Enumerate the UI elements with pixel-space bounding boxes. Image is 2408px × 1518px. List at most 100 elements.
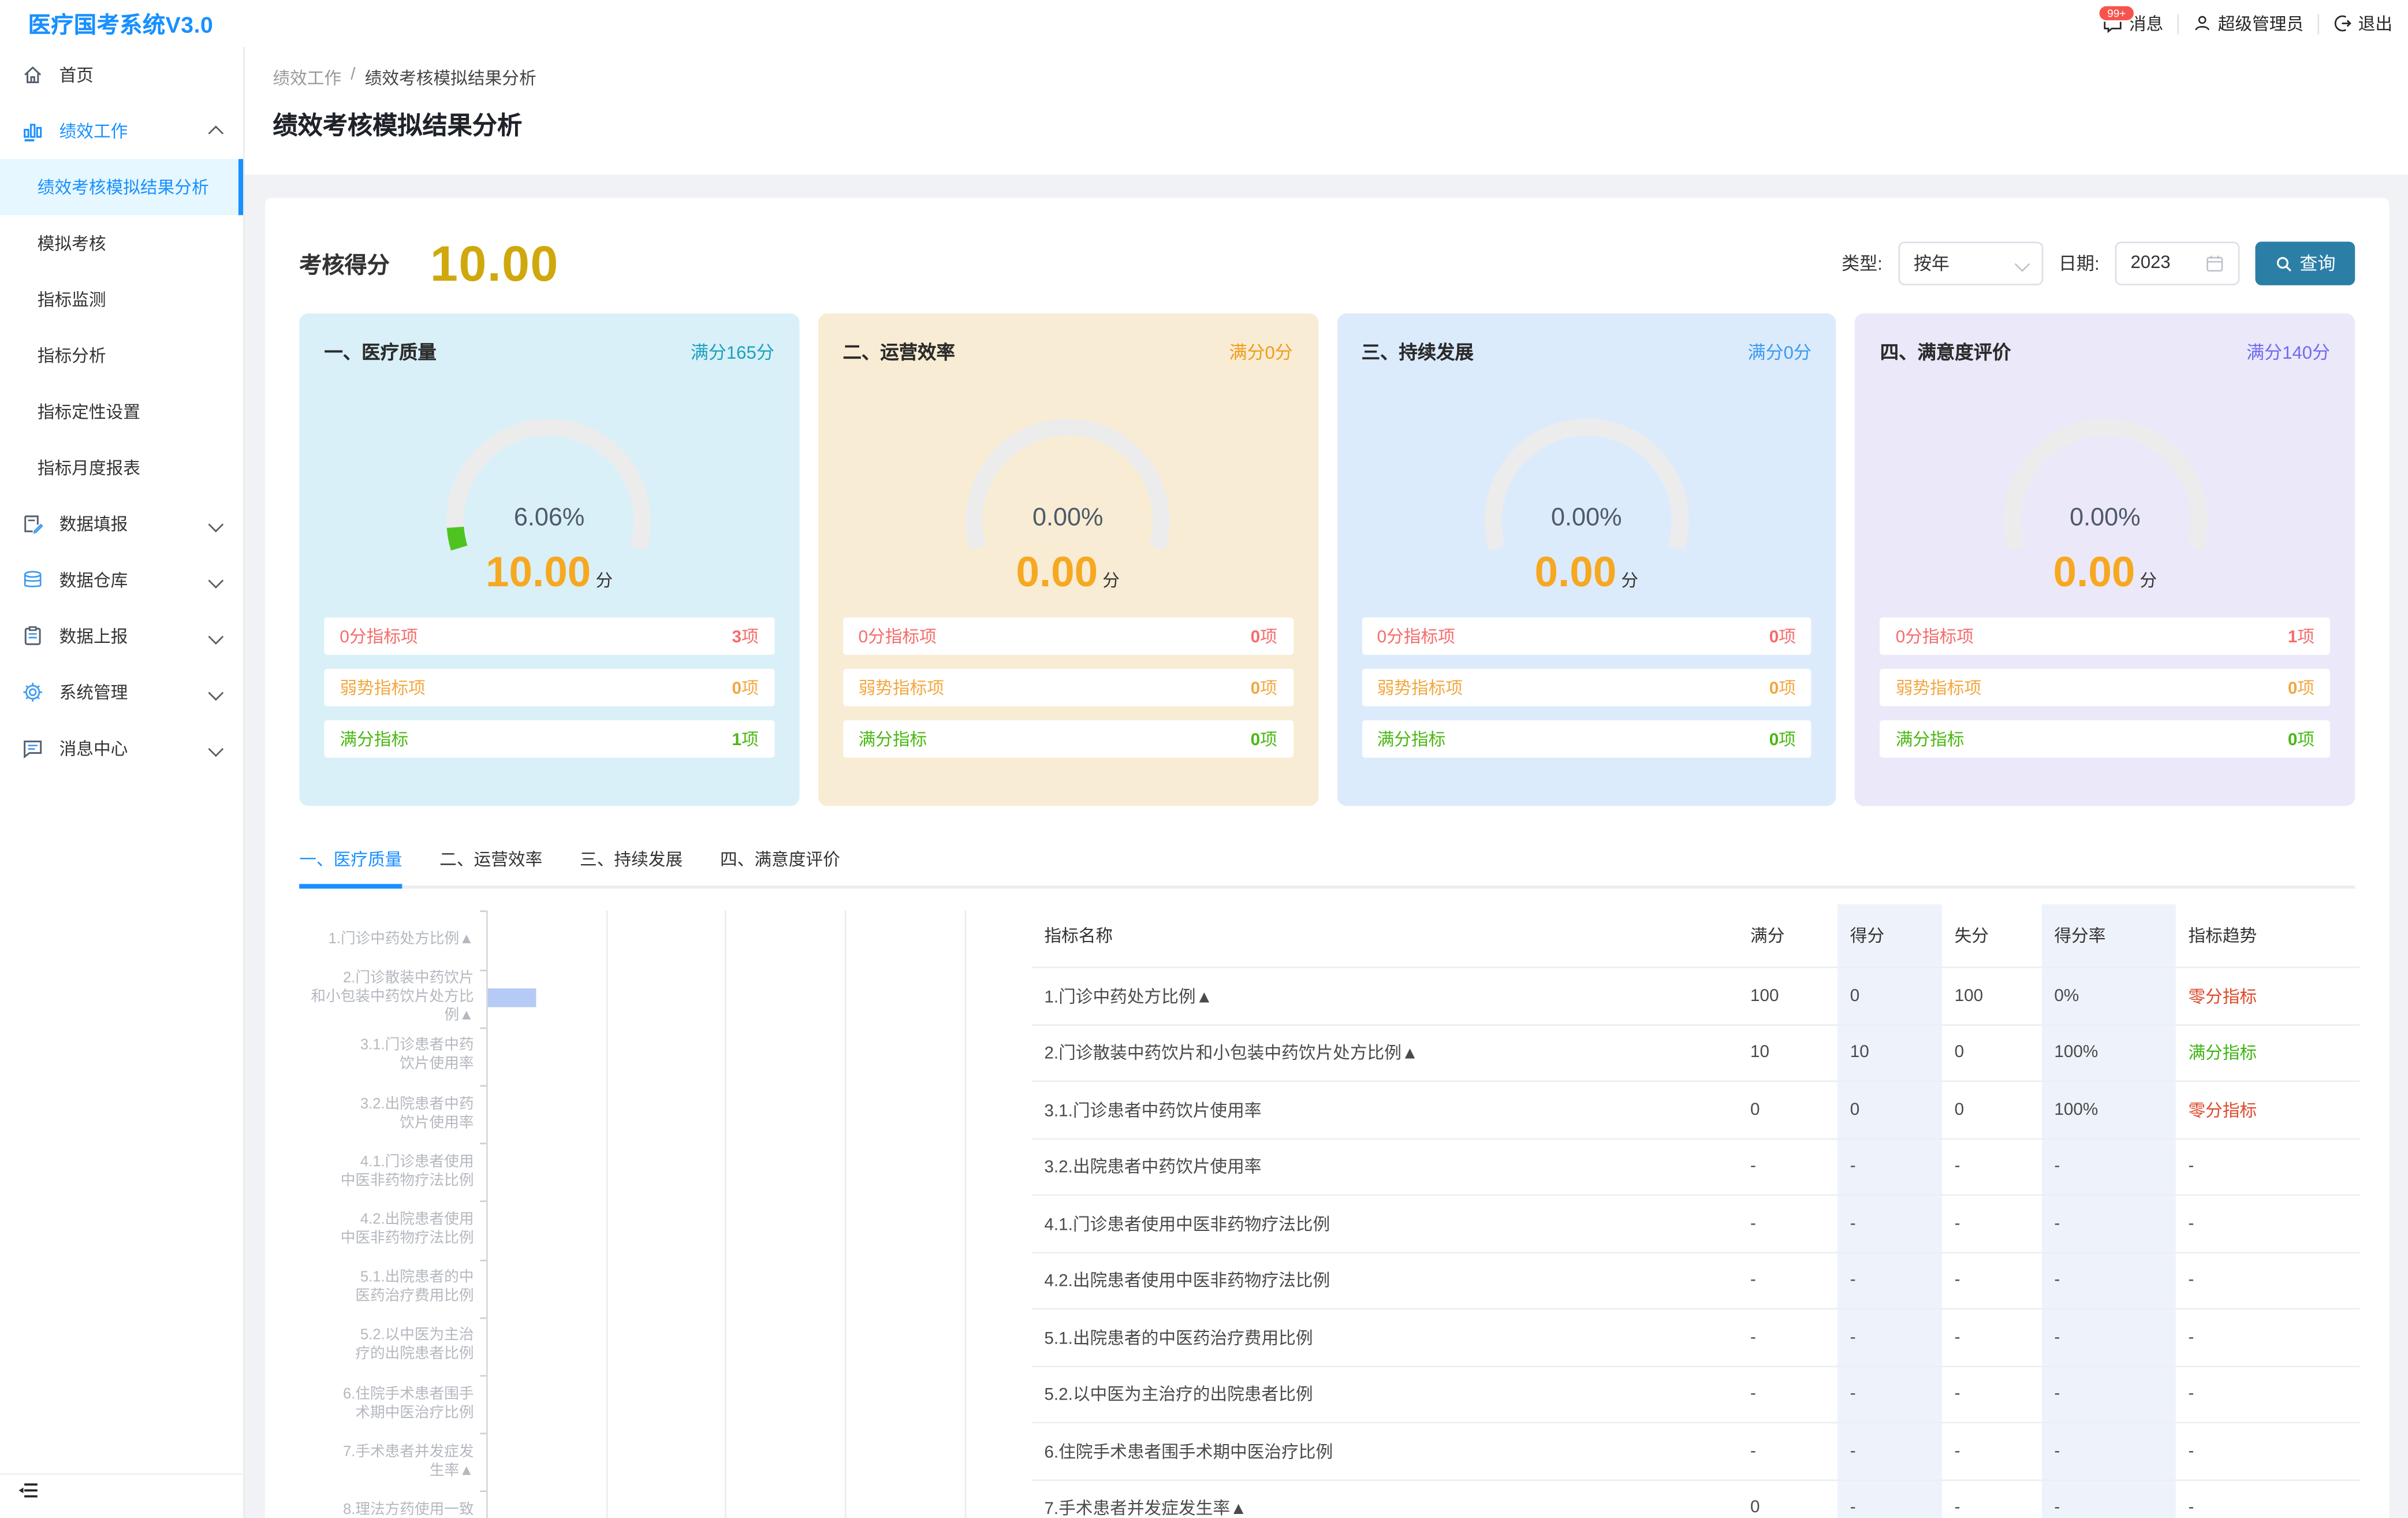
stat-value: 1项	[732, 727, 759, 751]
bar-chart-icon	[22, 120, 44, 142]
sidebar-subitem-label: 指标月度报表	[38, 455, 140, 480]
search-button[interactable]: 查询	[2255, 241, 2355, 285]
chevron-down-icon	[208, 628, 223, 644]
sidebar-item-home[interactable]: 首页	[0, 47, 243, 103]
tab-operation-efficiency[interactable]: 二、运营效率	[439, 847, 542, 889]
chevron-down-icon	[208, 684, 223, 700]
full-score-row: 满分指标0项	[1880, 720, 2330, 758]
cell-name: 1.门诊中药处方比例▲	[1032, 968, 1738, 1025]
type-select-value: 按年	[1914, 251, 1949, 276]
cell-name: 3.1.门诊患者中药饮片使用率	[1032, 1081, 1738, 1138]
cell-lost: -	[1942, 1479, 2042, 1518]
sidebar-item-performance[interactable]: 绩效工作	[0, 103, 243, 159]
logout-icon	[2333, 14, 2351, 32]
gauge-percent: 6.06%	[424, 505, 674, 533]
cell-name: 2.门诊散装中药饮片和小包装中药饮片处方比例▲	[1032, 1024, 1738, 1081]
sidebar-item-message-center[interactable]: 消息中心	[0, 720, 243, 776]
table-row: 3.2.出院患者中药饮片使用率-----	[1032, 1138, 2360, 1195]
card-score-unit: 分	[595, 572, 613, 591]
cell-max: -	[1738, 1423, 1837, 1480]
gauge: 0.00%	[1980, 386, 2230, 561]
cell-score: 0	[1837, 968, 1942, 1025]
tab-sustainable-development[interactable]: 三、持续发展	[580, 847, 683, 889]
messages-button[interactable]: 99+ 消息	[2103, 11, 2163, 36]
sidebar-subitem-indicator-monthly[interactable]: 指标月度报表	[0, 440, 243, 496]
tab-medical-quality[interactable]: 一、医疗质量	[299, 847, 402, 889]
logout-label: 退出	[2358, 11, 2392, 36]
sidebar-subitem-simulation-result[interactable]: 绩效考核模拟结果分析	[0, 159, 243, 215]
date-label: 日期:	[2059, 251, 2100, 276]
stat-label: 弱势指标项	[340, 675, 425, 700]
chart-category-label: 2.门诊散装中药饮片 和小包装中药饮片处方比例▲	[299, 970, 474, 1026]
sidebar-subitem-indicator-analysis[interactable]: 指标分析	[0, 328, 243, 384]
table-header-row: 指标名称 满分 得分 失分 得分率 指标趋势	[1032, 904, 2360, 967]
user-name: 超级管理员	[2218, 11, 2303, 36]
stat-value: 0项	[1251, 727, 1277, 751]
cell-lost: -	[1942, 1309, 2042, 1366]
cell-max: -	[1738, 1252, 1837, 1309]
sidebar-subitem-label: 指标分析	[38, 343, 106, 368]
sidebar-subitem-mock-exam[interactable]: 模拟考核	[0, 215, 243, 271]
collapse-sidebar-icon[interactable]	[18, 1483, 39, 1500]
sidebar-subitem-label: 绩效考核模拟结果分析	[38, 174, 209, 199]
cell-rate: 100%	[2042, 1081, 2176, 1138]
breadcrumb: 绩效工作 / 绩效考核模拟结果分析	[273, 47, 2408, 91]
tab-satisfaction[interactable]: 四、满意度评价	[720, 847, 840, 889]
sidebar-item-data-report[interactable]: 数据上报	[0, 608, 243, 664]
cell-lost: 0	[1942, 1024, 2042, 1081]
top-header: 医疗国考系统V3.0 99+ 消息 超级管理员 退	[0, 0, 2408, 47]
user-menu[interactable]: 超级管理员	[2193, 11, 2304, 36]
stat-value: 0项	[2288, 727, 2314, 751]
cell-score: -	[1837, 1252, 1942, 1309]
axis-tick	[480, 1259, 486, 1261]
sidebar-item-label: 系统管理	[59, 680, 128, 705]
col-rate: 得分率	[2042, 904, 2176, 967]
sidebar-item-data-fill[interactable]: 数据填报	[0, 496, 243, 552]
stat-label: 0分指标项	[1377, 624, 1455, 649]
cell-max: -	[1738, 1195, 1837, 1252]
chart-gridline	[964, 910, 966, 1518]
card-medical-quality: 一、医疗质量满分165分 6.06% 10.00分 0分指标项3项 弱势指标项0…	[299, 314, 799, 806]
card-score-unit: 分	[2140, 572, 2157, 591]
cell-lost: -	[1942, 1423, 2042, 1480]
sidebar-subitem-indicator-qualitative[interactable]: 指标定性设置	[0, 384, 243, 440]
cell-max: 100	[1738, 968, 1837, 1025]
logout-button[interactable]: 退出	[2333, 11, 2392, 36]
cell-trend: 零分指标	[2176, 968, 2359, 1025]
search-icon	[2275, 255, 2292, 272]
cell-name: 5.1.出院患者的中医药治疗费用比例	[1032, 1309, 1738, 1366]
date-picker[interactable]	[2115, 241, 2240, 285]
detail-content: 1.门诊中药处方比例▲ 2.门诊散装中药饮片 和小包装中药饮片处方比例▲ 3.1…	[299, 904, 2355, 1518]
cell-rate: 0%	[2042, 968, 2176, 1025]
score-label: 考核得分	[299, 247, 390, 280]
date-input[interactable]	[2131, 254, 2202, 273]
chart-gridline	[606, 910, 607, 1518]
stat-label: 弱势指标项	[1377, 675, 1463, 700]
stat-value: 0项	[1251, 675, 1277, 700]
chart-category-label: 4.2.出院患者使用 中医非药物疗法比例	[299, 1211, 474, 1249]
cell-score: -	[1837, 1366, 1942, 1423]
sidebar-item-system-admin[interactable]: 系统管理	[0, 664, 243, 720]
cell-lost: -	[1942, 1366, 2042, 1423]
divider	[2178, 13, 2179, 34]
user-icon	[2193, 14, 2212, 32]
sidebar-item-label: 数据上报	[59, 624, 128, 649]
cell-trend: -	[2176, 1309, 2359, 1366]
cell-rate: -	[2042, 1252, 2176, 1309]
sidebar-item-label: 数据仓库	[59, 567, 128, 592]
divider	[2317, 13, 2319, 34]
sidebar-item-data-warehouse[interactable]: 数据仓库	[0, 552, 243, 608]
table-row: 1.门诊中药处方比例▲10001000%零分指标	[1032, 968, 2360, 1025]
chart-category-label: 7.手术患者并发症发 生率▲	[299, 1443, 474, 1481]
table-row: 4.1.门诊患者使用中医非药物疗法比例-----	[1032, 1195, 2360, 1252]
axis-tick	[480, 1085, 486, 1087]
sidebar-subitem-indicator-monitor[interactable]: 指标监测	[0, 271, 243, 328]
col-lost: 失分	[1942, 904, 2042, 967]
cell-trend: -	[2176, 1138, 2359, 1195]
breadcrumb-parent[interactable]: 绩效工作	[273, 65, 341, 90]
card-stats: 0分指标项0项 弱势指标项0项 满分指标0项	[843, 617, 1293, 758]
cell-trend: -	[2176, 1252, 2359, 1309]
stat-value: 0项	[1251, 624, 1277, 649]
type-select[interactable]: 按年	[1898, 241, 2043, 285]
cell-max: -	[1738, 1138, 1837, 1195]
